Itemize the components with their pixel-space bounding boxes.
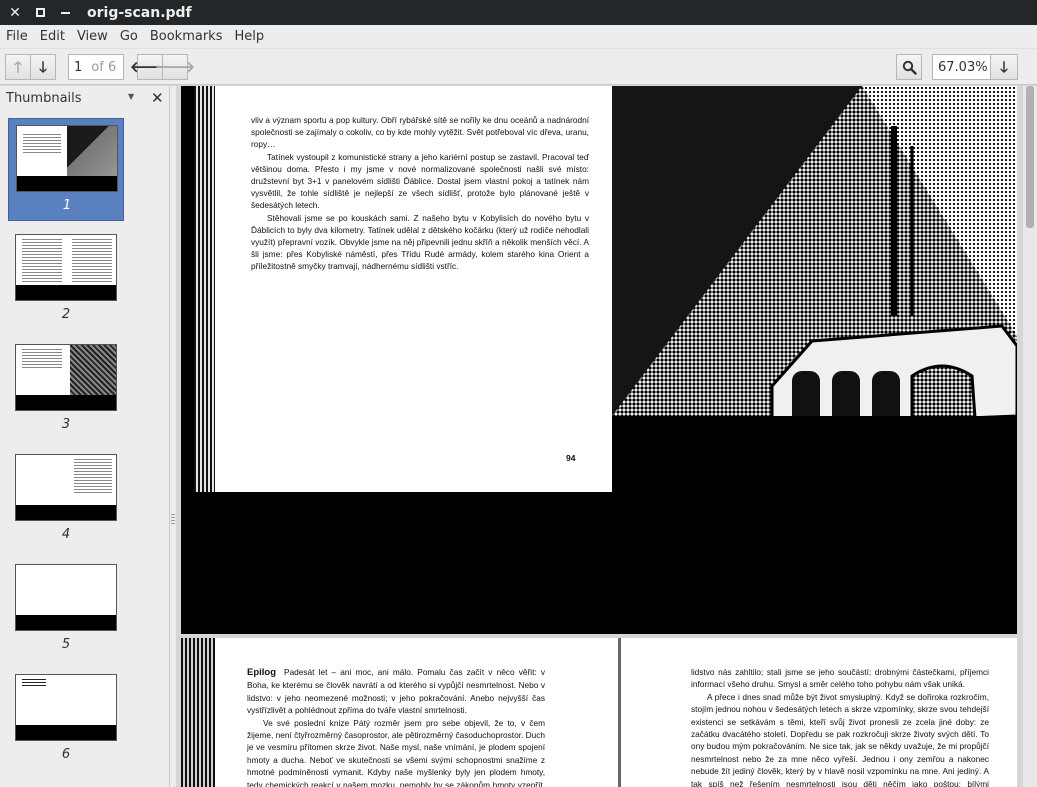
paragraph: Ve své poslední knize Pátý rozměr jsem p… <box>247 717 545 787</box>
title-bar: ✕ orig-scan.pdf <box>0 0 1037 25</box>
next-page-button[interactable]: 🡓 <box>30 54 56 80</box>
paragraph: vliv a význam sportu a pop kultury. Obří… <box>251 115 589 150</box>
chevron-down-icon[interactable]: ▼ <box>128 92 134 101</box>
thumbnail-label: 1 <box>62 198 72 213</box>
paragraph: A přece i dnes snad může být život smysl… <box>691 691 989 787</box>
menu-edit[interactable]: Edit <box>33 29 70 44</box>
scrollbar-thumb[interactable] <box>1026 86 1034 228</box>
arrow-down-icon: 🡓 <box>39 57 47 76</box>
current-page: 1 <box>74 59 83 75</box>
thumbnail-label: 4 <box>61 527 71 542</box>
document-page-1: vliv a význam sportu a pop kultury. Obří… <box>181 86 1017 634</box>
document-view[interactable]: vliv a význam sportu a pop kultury. Obří… <box>176 86 1037 787</box>
paragraph: Stěhovali jsme se po kouskách sami. Z na… <box>251 212 589 272</box>
thumbnail-image <box>15 674 117 741</box>
go-forward-button[interactable]: 🡒 <box>155 54 195 80</box>
sidebar: Thumbnails ▼ ✕ 1 2 3 4 5 6 <box>0 86 170 787</box>
paragraph: lidstvo nás zahltilo; stali jsme se jeho… <box>691 667 989 690</box>
thumbnail-label: 5 <box>61 637 71 652</box>
text-page: vliv a význam sportu a pop kultury. Obří… <box>215 86 612 492</box>
page-gutter <box>618 638 621 787</box>
right-column-text: lidstvo nás zahltilo; stali jsme se jeho… <box>691 666 989 787</box>
thumbnail-page-5[interactable]: 5 <box>8 558 124 661</box>
page-text: vliv a význam sportu a pop kultury. Obří… <box>251 114 589 273</box>
paragraph: Padesát let – ani moc, ani málo. Pomalu … <box>247 667 545 716</box>
toolbar: 🡑 🡓 1 of 6 🡐 🡒 67.03% 🡓 <box>0 49 1037 85</box>
thumbnail-image <box>15 454 117 521</box>
thumbnail-page-4[interactable]: 4 <box>8 448 124 551</box>
minimize-window-icon[interactable] <box>57 5 73 21</box>
menu-bar: File Edit View Go Bookmarks Help <box>0 25 1037 49</box>
zoom-dropdown-button[interactable]: 🡓 <box>990 54 1018 80</box>
search-icon <box>902 60 917 75</box>
halftone-photo <box>612 86 1017 492</box>
thumbnail-page-6[interactable]: 6 <box>8 668 124 771</box>
arrow-up-icon: 🡑 <box>14 57 22 76</box>
arrow-right-icon: 🡒 <box>154 57 196 76</box>
thumbnail-image <box>15 234 117 301</box>
thumbnail-page-2[interactable]: 2 <box>8 228 124 331</box>
sidebar-title: Thumbnails <box>6 90 82 106</box>
thumbnail-label: 3 <box>61 417 71 432</box>
arrow-down-icon: 🡓 <box>1000 57 1008 76</box>
page-number-input[interactable]: 1 of 6 <box>68 54 124 80</box>
thumbnail-page-3[interactable]: 3 <box>8 338 124 441</box>
thumbnail-image <box>15 344 117 411</box>
menu-go[interactable]: Go <box>113 29 143 44</box>
menu-bookmarks[interactable]: Bookmarks <box>143 29 228 44</box>
page-binding <box>194 86 216 492</box>
thumbnail-label: 2 <box>61 307 71 322</box>
page-total: of 6 <box>91 59 117 75</box>
paragraph: Tatínek vystoupil z komunistické strany … <box>251 151 589 211</box>
menu-file[interactable]: File <box>0 29 33 44</box>
page-number: 94 <box>566 453 576 463</box>
page-binding <box>181 638 215 787</box>
thumbnail-page-1[interactable]: 1 <box>8 118 124 221</box>
left-column-text: Epilog Padesát let – ani moc, ani málo. P… <box>247 666 545 787</box>
search-button[interactable] <box>896 54 922 80</box>
close-sidebar-icon[interactable]: ✕ <box>151 89 164 107</box>
vertical-scrollbar[interactable] <box>1023 86 1037 787</box>
chapter-heading: Epilog <box>247 667 277 678</box>
zoom-input[interactable]: 67.03% <box>932 54 990 80</box>
close-window-icon[interactable]: ✕ <box>7 5 23 21</box>
sidebar-header: Thumbnails ▼ ✕ <box>0 86 169 110</box>
thumbnail-label: 6 <box>61 747 71 762</box>
document-page-2: Epilog Padesát let – ani moc, ani málo. P… <box>181 638 1017 787</box>
window-title: orig-scan.pdf <box>87 4 192 21</box>
thumbnail-image <box>15 564 117 631</box>
tram-photo-image <box>612 86 1017 492</box>
menu-view[interactable]: View <box>70 29 113 44</box>
maximize-window-icon[interactable] <box>32 5 48 21</box>
thumbnail-image <box>16 125 118 192</box>
menu-help[interactable]: Help <box>227 29 269 44</box>
previous-page-button[interactable]: 🡑 <box>5 54 31 80</box>
